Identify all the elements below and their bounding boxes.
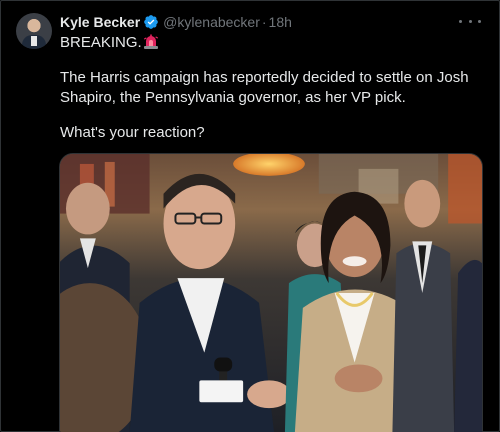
breaking-text: BREAKING. xyxy=(60,34,142,51)
tweet-text-line-4: What's your reaction? xyxy=(60,124,205,141)
police-light-emoji xyxy=(143,34,159,50)
tweet-text-line-1: BREAKING. xyxy=(60,33,159,53)
tweet-media-photo[interactable] xyxy=(59,153,483,432)
separator-dot: · xyxy=(261,14,267,30)
verified-badge-icon xyxy=(143,14,159,30)
author-handle[interactable]: @kylenabecker xyxy=(163,14,260,30)
tweet-text-line-3: Shapiro, the Pennsylvania governor, as h… xyxy=(60,89,406,106)
post-timestamp[interactable]: 18h xyxy=(269,14,292,30)
tweet-text-line-2: The Harris campaign has reportedly decid… xyxy=(60,69,469,86)
author-avatar[interactable] xyxy=(16,13,52,49)
tweet-header: Kyle Becker @kylenabecker · 18h xyxy=(60,12,292,32)
more-options-icon[interactable] xyxy=(459,13,481,29)
author-name[interactable]: Kyle Becker xyxy=(60,14,140,30)
tweet-card[interactable]: Kyle Becker @kylenabecker · 18h BREAKING… xyxy=(0,0,500,432)
